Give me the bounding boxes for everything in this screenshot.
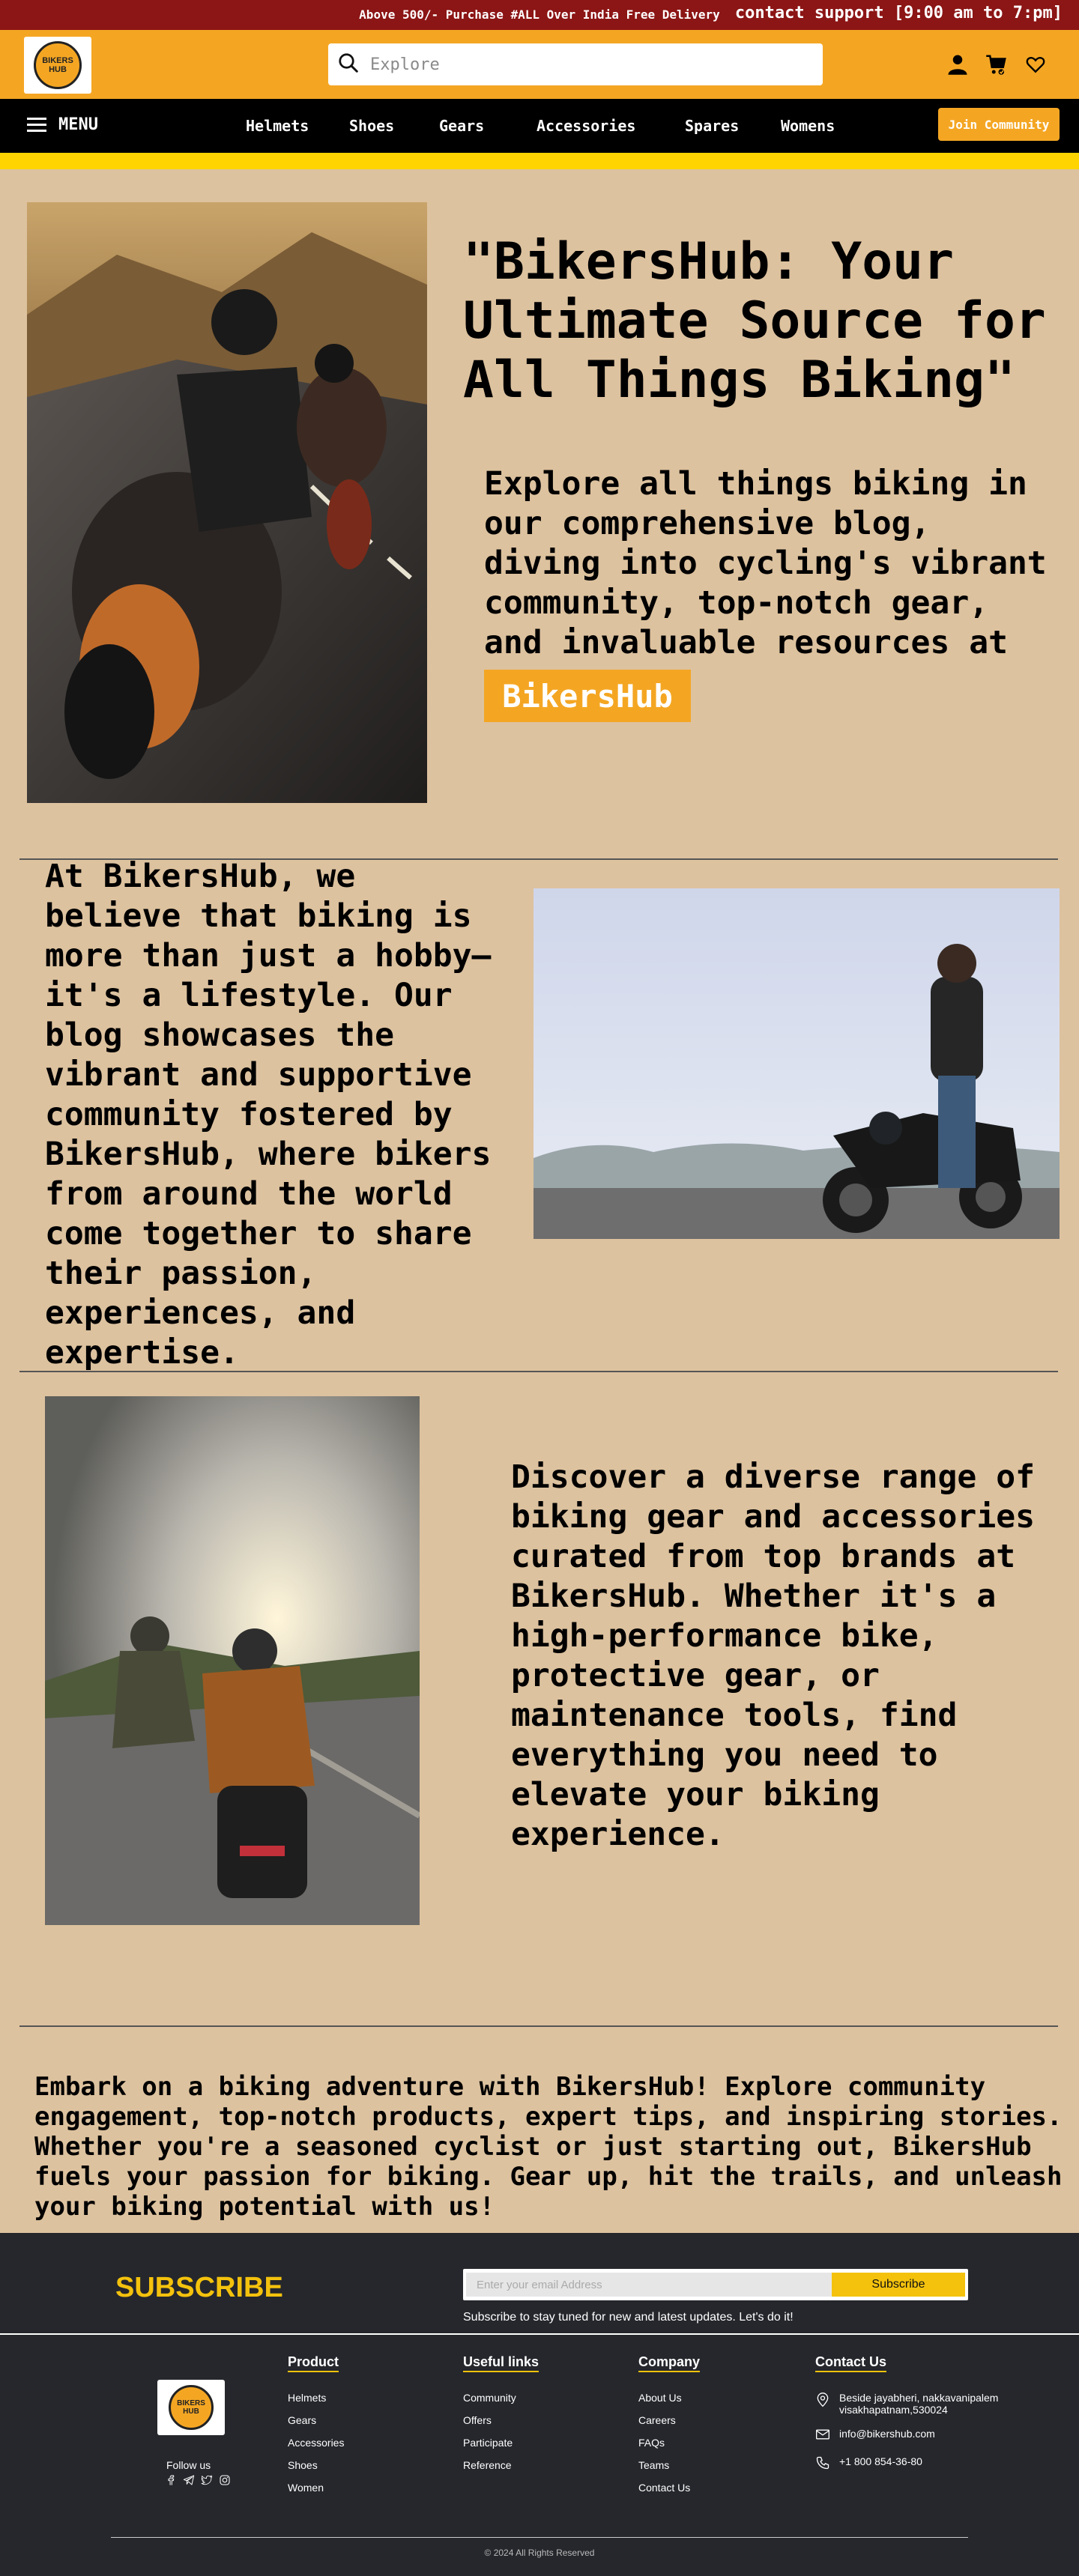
facebook-icon[interactable] xyxy=(165,2474,177,2490)
accent-strip xyxy=(0,153,1079,169)
intro-paragraph: Explore all things biking in our compreh… xyxy=(484,465,1047,661)
footer-link-offers[interactable]: Offers xyxy=(463,2414,539,2426)
follow-label: Follow us xyxy=(166,2459,211,2471)
header-icons xyxy=(946,52,1048,76)
footer-link-teams[interactable]: Teams xyxy=(638,2459,700,2471)
footer-link-faqs[interactable]: FAQs xyxy=(638,2437,700,2449)
search-input[interactable] xyxy=(370,55,805,74)
email-field[interactable] xyxy=(466,2273,832,2297)
footer-col-contact: Contact Us Beside jayabheri, nakkavanipa… xyxy=(815,2354,998,2485)
company-heading: Company xyxy=(638,2354,701,2372)
site-header: BIKERS HUB xyxy=(0,30,1079,99)
footer-link-helmets[interactable]: Helmets xyxy=(288,2392,344,2404)
subscribe-section: SUBSCRIBE Subscribe Subscribe to stay tu… xyxy=(0,2233,1079,2335)
footer-logo-badge: BIKERS HUB xyxy=(169,2385,214,2430)
footer-logo[interactable]: BIKERS HUB xyxy=(157,2380,225,2435)
footer-link-shoes[interactable]: Shoes xyxy=(288,2459,344,2471)
footer-col-company: Company About Us Careers FAQs Teams Cont… xyxy=(638,2354,701,2504)
rider-on-bike-photo xyxy=(534,888,1060,1239)
nav-item-accessories[interactable]: Accessories xyxy=(537,117,635,135)
join-community-button[interactable]: Join Community xyxy=(938,108,1060,141)
page-title: "BikersHub: Your Ultimate Source for All… xyxy=(463,232,1046,410)
footer-link-careers[interactable]: Careers xyxy=(638,2414,700,2426)
community-paragraph: At BikersHub, we believe that biking is … xyxy=(45,858,492,1372)
nav-item-spares[interactable]: Spares xyxy=(685,117,739,135)
mail-icon xyxy=(815,2428,830,2443)
user-icon[interactable] xyxy=(946,52,970,76)
nav-item-helmets[interactable]: Helmets xyxy=(246,117,309,135)
contact-phone: +1 800 854-36-80 xyxy=(839,2455,922,2467)
instagram-icon[interactable] xyxy=(219,2474,231,2490)
main-nav: MENU Helmets Shoes Gears Accessories Spa… xyxy=(0,99,1079,153)
blog-content: "BikersHub: Your Ultimate Source for All… xyxy=(0,169,1079,2233)
telegram-icon[interactable] xyxy=(183,2474,195,2490)
footer-link-community[interactable]: Community xyxy=(463,2392,539,2404)
closing-paragraph: Embark on a biking adventure with Bikers… xyxy=(34,2072,1063,2222)
announcement-bar: Above 500/- Purchase #ALL Over India Fre… xyxy=(0,0,1079,30)
footer-link-reference[interactable]: Reference xyxy=(463,2459,539,2471)
motion-riders-photo xyxy=(45,1396,420,1925)
footer-link-women[interactable]: Women xyxy=(288,2482,344,2494)
address-line-2: visakhapatnam,530024 xyxy=(839,2404,948,2416)
section-divider xyxy=(19,1371,1058,1372)
support-hours: contact support [9:00 am to 7:pm] xyxy=(734,4,1063,22)
search-bar xyxy=(328,43,823,85)
contact-email: info@bikershub.com xyxy=(839,2428,935,2440)
hamburger-icon xyxy=(27,117,46,132)
phone-icon xyxy=(815,2455,830,2473)
menu-label: MENU xyxy=(58,115,98,134)
footer-col-useful-links: Useful links Community Offers Participat… xyxy=(463,2354,540,2482)
section-divider xyxy=(19,2025,1058,2027)
cart-icon[interactable] xyxy=(985,52,1009,76)
site-footer: BIKERS HUB Follow us Product Helmets Gea… xyxy=(0,2335,1079,2576)
footer-link-gears[interactable]: Gears xyxy=(288,2414,344,2426)
address-line-1: Beside jayabheri, nakkavanipalem xyxy=(839,2392,999,2404)
footer-col-product: Product Helmets Gears Accessories Shoes … xyxy=(288,2354,344,2504)
subscribe-button[interactable]: Subscribe xyxy=(832,2273,965,2297)
product-heading: Product xyxy=(288,2354,339,2372)
heart-icon[interactable] xyxy=(1024,52,1048,76)
contact-heading: Contact Us xyxy=(815,2354,887,2372)
gear-paragraph: Discover a diverse range of biking gear … xyxy=(511,1458,1035,1853)
footer-link-about[interactable]: About Us xyxy=(638,2392,700,2404)
footer-link-contact[interactable]: Contact Us xyxy=(638,2482,700,2494)
footer-link-participate[interactable]: Participate xyxy=(463,2437,539,2449)
nav-item-gears[interactable]: Gears xyxy=(439,117,484,135)
useful-links-heading: Useful links xyxy=(463,2354,540,2372)
search-icon[interactable] xyxy=(337,52,360,78)
subscribe-form: Subscribe xyxy=(463,2269,968,2300)
phone-row[interactable]: +1 800 854-36-80 xyxy=(815,2455,998,2473)
twitter-icon[interactable] xyxy=(201,2474,213,2490)
email-row[interactable]: info@bikershub.com xyxy=(815,2428,998,2443)
nav-item-shoes[interactable]: Shoes xyxy=(349,117,394,135)
subscribe-note: Subscribe to stay tuned for new and late… xyxy=(463,2311,794,2324)
brand-badge: BikersHub xyxy=(484,670,691,722)
footer-link-accessories[interactable]: Accessories xyxy=(288,2437,344,2449)
social-links xyxy=(165,2474,231,2490)
nav-item-womens[interactable]: Womens xyxy=(781,117,835,135)
address-row: Beside jayabheri, nakkavanipalem visakha… xyxy=(815,2392,998,2416)
menu-button[interactable]: MENU xyxy=(27,115,98,134)
site-logo[interactable]: BIKERS HUB xyxy=(24,37,91,94)
hero-photo-motorcycles xyxy=(27,202,427,803)
footer-divider xyxy=(111,2537,968,2538)
subscribe-title: SUBSCRIBE xyxy=(115,2272,283,2303)
logo-badge: BIKERS HUB xyxy=(34,41,82,89)
copyright: © 2024 All Rights Reserved xyxy=(484,2548,595,2558)
location-pin-icon xyxy=(815,2392,830,2410)
